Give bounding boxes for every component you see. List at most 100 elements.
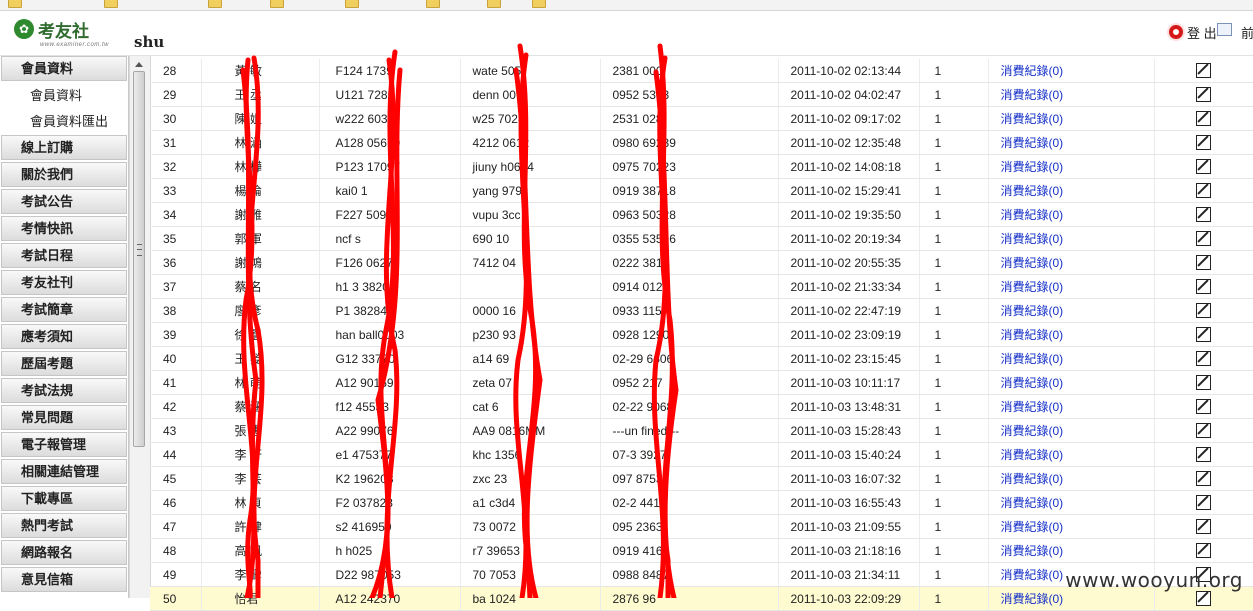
table-row: 32 林 樺 P123 17097 jiuny h0624 0975 70223 2011… xyxy=(150,154,1253,179)
scroll-up-arrow-icon[interactable] xyxy=(135,62,143,67)
edit-icon[interactable] xyxy=(1196,495,1211,511)
logout-icon[interactable] xyxy=(1167,23,1185,41)
edit-icon[interactable] xyxy=(1196,159,1211,175)
purchase-record-link[interactable]: 消費紀錄(0) xyxy=(988,394,1155,419)
purchase-record-link[interactable]: 消費紀錄(0) xyxy=(988,466,1155,491)
edit-icon[interactable] xyxy=(1196,279,1211,295)
registration-time: 2011-10-03 21:18:16 xyxy=(778,538,920,563)
purchase-record-link[interactable]: 消費紀錄(0) xyxy=(988,226,1155,251)
purchase-record-link[interactable]: 消費紀錄(0) xyxy=(988,250,1155,275)
member-name: 張 惠 xyxy=(201,418,320,443)
purchase-record-link[interactable]: 消費紀錄(0) xyxy=(988,130,1155,155)
registration-time: 2011-10-02 19:35:50 xyxy=(778,202,920,227)
member-phone: 0222 3812 xyxy=(600,250,779,275)
bookmark-folder-icon[interactable] xyxy=(104,0,118,8)
purchase-record-link[interactable]: 消費紀錄(0) xyxy=(988,538,1155,563)
login-count: 1 xyxy=(919,226,989,251)
sidebar-item-exam-brochure[interactable]: 考試簡章 xyxy=(1,297,127,322)
sidebar-item-faq[interactable]: 常見問題 xyxy=(1,405,127,430)
edit-icon[interactable] xyxy=(1196,63,1211,79)
edit-icon[interactable] xyxy=(1196,519,1211,535)
edit-icon[interactable] xyxy=(1196,303,1211,319)
member-id-number: F126 0627 xyxy=(319,250,461,275)
member-account: zeta 07 xyxy=(460,370,601,395)
edit-icon[interactable] xyxy=(1196,351,1211,367)
sidebar-item-feedback[interactable]: 意見信箱 xyxy=(1,567,127,592)
sidebar-subitem-label: 會員資料 xyxy=(30,88,83,103)
login-count: 1 xyxy=(919,538,989,563)
logout-link[interactable]: 登 出 xyxy=(1187,23,1217,42)
bookmark-folder-icon[interactable] xyxy=(487,0,501,8)
purchase-record-link[interactable]: 消費紀錄(0) xyxy=(988,154,1155,179)
sidebar-item-downloads[interactable]: 下載專區 xyxy=(1,486,127,511)
purchase-record-link[interactable]: 消費紀錄(0) xyxy=(988,298,1155,323)
sidebar-item-online-order[interactable]: 線上訂購 xyxy=(1,135,127,160)
purchase-record-link[interactable]: 消費紀錄(0) xyxy=(988,514,1155,539)
sidebar-item-past-exams[interactable]: 歷屆考題 xyxy=(1,351,127,376)
sidebar-item-magazine[interactable]: 考友社刊 xyxy=(1,270,127,295)
member-id-number: F227 50918 xyxy=(319,202,461,227)
edit-icon[interactable] xyxy=(1196,423,1211,439)
edit-cell xyxy=(1154,490,1253,515)
edit-icon[interactable] xyxy=(1196,543,1211,559)
frame-scrollbar[interactable] xyxy=(129,56,151,598)
sidebar-subitem-member-export[interactable]: 會員資料匯出 xyxy=(0,109,128,135)
purchase-record-link[interactable]: 消費紀錄(0) xyxy=(988,346,1155,371)
edit-icon[interactable] xyxy=(1196,87,1211,103)
row-number: 34 xyxy=(150,202,202,227)
bookmark-folder-icon[interactable] xyxy=(426,0,440,8)
edit-icon[interactable] xyxy=(1196,399,1211,415)
edit-icon[interactable] xyxy=(1196,471,1211,487)
login-count: 1 xyxy=(919,250,989,275)
bookmark-folder-icon[interactable] xyxy=(345,0,359,8)
sidebar-item-exam-notice[interactable]: 考試公告 xyxy=(1,189,127,214)
purchase-record-link[interactable]: 消費紀錄(0) xyxy=(988,322,1155,347)
table-row: 36 謝 鴻 F126 0627 7412 04 0222 3812 2011-10-02… xyxy=(150,250,1253,275)
sidebar-item-exam-guide[interactable]: 應考須知 xyxy=(1,324,127,349)
frontpage-icon[interactable] xyxy=(1217,23,1232,36)
edit-icon[interactable] xyxy=(1196,111,1211,127)
purchase-record-link[interactable]: 消費紀錄(0) xyxy=(988,442,1155,467)
sidebar-item-popular-exams[interactable]: 熱門考試 xyxy=(1,513,127,538)
sidebar-item-links[interactable]: 相關連結管理 xyxy=(1,459,127,484)
purchase-record-link[interactable]: 消費紀錄(0) xyxy=(988,59,1155,83)
purchase-record-link[interactable]: 消費紀錄(0) xyxy=(988,106,1155,131)
edit-icon[interactable] xyxy=(1196,135,1211,151)
bookmark-folder-icon[interactable] xyxy=(208,0,222,8)
edit-icon[interactable] xyxy=(1196,447,1211,463)
edit-icon[interactable] xyxy=(1196,255,1211,271)
purchase-record-link[interactable]: 消費紀錄(0) xyxy=(988,274,1155,299)
purchase-record-link[interactable]: 消費紀錄(0) xyxy=(988,490,1155,515)
edit-icon[interactable] xyxy=(1196,591,1211,607)
table-row: 41 林 萌 A12 90159 zeta 07 0952 217 2011-10-03 … xyxy=(150,370,1253,395)
sidebar-item-member-data[interactable]: 會員資料 xyxy=(1,56,127,81)
edit-icon[interactable] xyxy=(1196,375,1211,391)
edit-cell xyxy=(1154,250,1253,275)
edit-icon[interactable] xyxy=(1196,183,1211,199)
bookmark-folder-icon[interactable] xyxy=(532,0,546,8)
purchase-record-link[interactable]: 消費紀錄(0) xyxy=(988,418,1155,443)
sidebar-item-exam-news[interactable]: 考情快訊 xyxy=(1,216,127,241)
scrollbar-thumb[interactable] xyxy=(133,71,145,447)
sidebar-item-newsletter[interactable]: 電子報管理 xyxy=(1,432,127,457)
site-logo[interactable]: ✿ 考友社 www.examiner.com.tw xyxy=(14,17,126,51)
sidebar-item-exam-schedule[interactable]: 考試日程 xyxy=(1,243,127,268)
sidebar-item-about[interactable]: 關於我們 xyxy=(1,162,127,187)
edit-icon[interactable] xyxy=(1196,231,1211,247)
row-number: 36 xyxy=(150,250,202,275)
sidebar-subitem-member-data[interactable]: 會員資料 xyxy=(0,83,128,109)
sidebar-item-registration[interactable]: 網路報名 xyxy=(1,540,127,565)
edit-icon[interactable] xyxy=(1196,207,1211,223)
member-phone: 0933 1157 xyxy=(600,298,779,323)
bookmark-folder-icon[interactable] xyxy=(270,0,284,8)
sidebar-item-exam-regulations[interactable]: 考試法規 xyxy=(1,378,127,403)
purchase-record-link[interactable]: 消費紀錄(0) xyxy=(988,82,1155,107)
bookmark-folder-icon[interactable] xyxy=(8,0,22,8)
member-phone: ---un fined--- xyxy=(600,418,779,443)
purchase-record-link[interactable]: 消費紀錄(0) xyxy=(988,202,1155,227)
frontpage-link[interactable]: 前 xyxy=(1241,23,1253,42)
edit-icon[interactable] xyxy=(1196,327,1211,343)
username-label: shu xyxy=(134,33,165,51)
purchase-record-link[interactable]: 消費紀錄(0) xyxy=(988,178,1155,203)
purchase-record-link[interactable]: 消費紀錄(0) xyxy=(988,370,1155,395)
